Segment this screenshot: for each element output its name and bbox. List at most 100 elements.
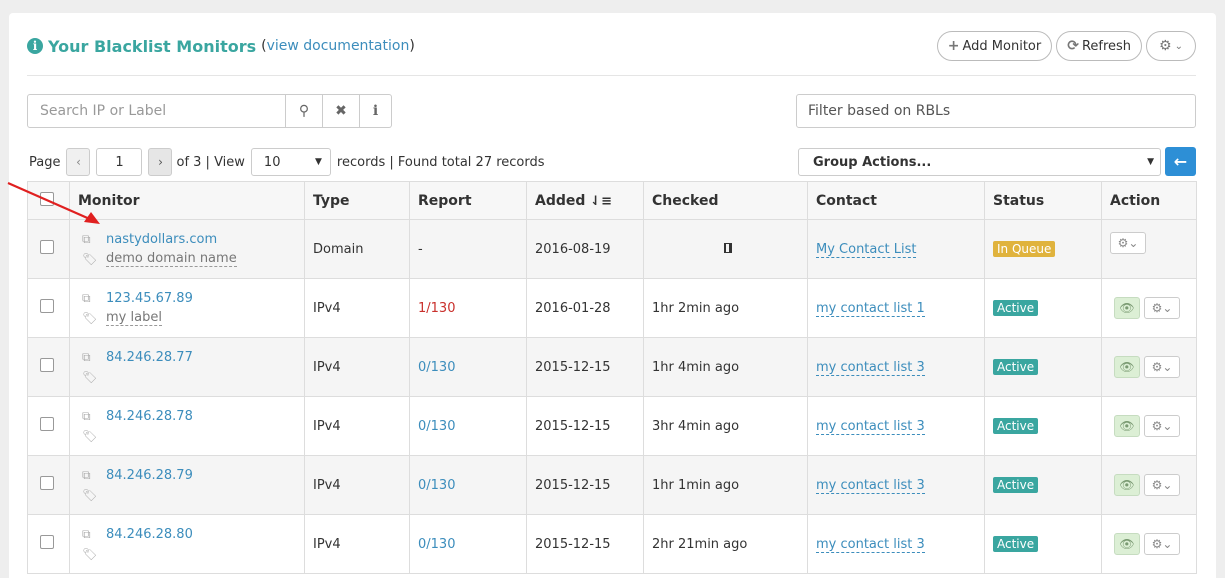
checked-cell xyxy=(643,219,808,279)
row-checkbox[interactable] xyxy=(40,358,54,372)
copy-icon[interactable]: ⧉ xyxy=(82,527,98,542)
gear-icon: ⚙ xyxy=(1159,38,1172,54)
search-info-button[interactable]: i xyxy=(360,94,392,128)
action-cell: 👁 ⚙⌄ xyxy=(1101,455,1197,515)
report-link[interactable]: 0/130 xyxy=(418,478,455,493)
table-row: ⧉ 84.246.28.78 🏷 IPv4 0/130 2015-12-15 3h… xyxy=(27,396,1197,456)
copy-icon[interactable]: ⧉ xyxy=(82,350,98,365)
table-row: ⧉ nastydollars.com 🏷 demo domain name Doma… xyxy=(27,219,1197,279)
plus-icon: + xyxy=(947,38,960,54)
copy-icon[interactable]: ⧉ xyxy=(82,409,98,424)
status-cell: In Queue xyxy=(984,219,1102,279)
col-added[interactable]: Added ⇃≡ xyxy=(526,181,644,220)
row-settings-button[interactable]: ⚙⌄ xyxy=(1144,533,1180,555)
col-type[interactable]: Type xyxy=(304,181,410,220)
view-button[interactable]: 👁 xyxy=(1114,415,1140,437)
row-settings-button[interactable]: ⚙⌄ xyxy=(1144,356,1180,378)
monitor-link[interactable]: 123.45.67.89 xyxy=(106,291,193,306)
records-found-text: records | Found total 27 records xyxy=(336,154,545,170)
checked-cell: 1hr 4min ago xyxy=(643,337,808,397)
monitor-cell: ⧉ 123.45.67.89 🏷 my label xyxy=(69,278,305,338)
copy-icon[interactable]: ⧉ xyxy=(82,468,98,483)
arrow-left-icon: ← xyxy=(1173,152,1188,171)
contact-link[interactable]: my contact list 3 xyxy=(816,477,925,494)
view-button[interactable]: 👁 xyxy=(1114,474,1140,496)
table-row: ⧉ 84.246.28.80 🏷 IPv4 0/130 2015-12-15 2h… xyxy=(27,514,1197,574)
contact-link[interactable]: my contact list 1 xyxy=(816,300,925,317)
row-settings-button[interactable]: ⚙⌄ xyxy=(1144,474,1180,496)
tag-icon[interactable]: 🏷 xyxy=(82,488,98,502)
monitor-link[interactable]: 84.246.28.79 xyxy=(106,468,193,483)
monitor-link[interactable]: 84.246.28.80 xyxy=(106,527,193,542)
col-contact[interactable]: Contact xyxy=(807,181,985,220)
status-cell: Active xyxy=(984,514,1102,574)
row-checkbox[interactable] xyxy=(40,240,54,254)
row-settings-button[interactable]: ⚙⌄ xyxy=(1110,232,1146,254)
row-checkbox[interactable] xyxy=(40,299,54,313)
table-row: ⧉ 123.45.67.89 🏷 my label IPv4 1/130 2016-… xyxy=(27,278,1197,338)
copy-icon[interactable]: ⧉ xyxy=(82,291,98,306)
col-report[interactable]: Report xyxy=(409,181,527,220)
page-number-input[interactable]: 1 xyxy=(96,148,143,176)
group-actions-select[interactable]: Group Actions... ▼ xyxy=(798,148,1161,176)
contact-link[interactable]: my contact list 3 xyxy=(816,418,925,435)
tag-icon: 🏷 xyxy=(82,252,98,266)
report-link[interactable]: 0/130 xyxy=(418,537,455,552)
col-checked[interactable]: Checked xyxy=(643,181,808,220)
action-cell: 👁 ⚙⌄ xyxy=(1101,278,1197,338)
refresh-button[interactable]: ⟳ Refresh xyxy=(1056,31,1143,61)
title-text: Your Blacklist Monitors xyxy=(48,36,257,56)
added-cell: 2016-01-28 xyxy=(526,278,644,338)
contact-link[interactable]: my contact list 3 xyxy=(816,536,925,553)
row-settings-button[interactable]: ⚙⌄ xyxy=(1144,297,1180,319)
row-checkbox[interactable] xyxy=(40,476,54,490)
view-button[interactable]: 👁 xyxy=(1114,297,1140,319)
search-button[interactable]: ⚲ xyxy=(286,94,323,128)
action-cell: 👁 ⚙⌄ xyxy=(1101,396,1197,456)
type-cell: Domain xyxy=(304,219,410,279)
page-title: i Your Blacklist Monitors (view document… xyxy=(27,34,415,58)
row-checkbox[interactable] xyxy=(40,417,54,431)
contact-cell: my contact list 3 xyxy=(807,514,985,574)
added-cell: 2015-12-15 xyxy=(526,455,644,515)
row-settings-button[interactable]: ⚙⌄ xyxy=(1144,415,1180,437)
col-status[interactable]: Status xyxy=(984,181,1102,220)
monitor-label[interactable]: my label xyxy=(106,310,162,326)
add-monitor-button[interactable]: + Add Monitor xyxy=(936,31,1053,61)
row-checkbox-cell xyxy=(27,514,70,574)
apply-group-action-button[interactable]: ← xyxy=(1165,147,1196,176)
settings-dropdown-button[interactable]: ⚙ ⌄ xyxy=(1146,31,1196,61)
report-cell: 0/130 xyxy=(409,337,527,397)
report-link[interactable]: 1/130 xyxy=(418,301,455,316)
search-group: Search IP or Label ⚲ ✖ i xyxy=(27,94,392,128)
top-toolbar: + Add Monitor ⟳ Refresh ⚙ ⌄ xyxy=(936,31,1196,61)
contact-link[interactable]: My Contact List xyxy=(816,241,917,258)
monitor-link[interactable]: nastydollars.com xyxy=(106,232,217,247)
eye-icon: 👁 xyxy=(1119,301,1135,315)
search-input[interactable]: Search IP or Label xyxy=(27,94,286,128)
prev-page-button[interactable]: ‹ xyxy=(66,148,91,176)
next-page-button[interactable]: › xyxy=(148,148,173,176)
contact-link[interactable]: my contact list 3 xyxy=(816,359,925,376)
clear-search-button[interactable]: ✖ xyxy=(323,94,360,128)
gear-icon: ⚙⌄ xyxy=(1151,537,1173,551)
rbl-filter-input[interactable]: Filter based on RBLs xyxy=(796,94,1196,128)
view-count-select[interactable]: 10 ▼ xyxy=(250,148,331,176)
report-link[interactable]: 0/130 xyxy=(418,419,455,434)
tag-icon[interactable]: 🏷 xyxy=(82,429,98,443)
monitor-label[interactable]: demo domain name xyxy=(106,251,237,267)
view-button[interactable]: 👁 xyxy=(1114,533,1140,555)
report-link[interactable]: 0/130 xyxy=(418,360,455,375)
info-icon: i xyxy=(27,38,43,54)
tag-icon[interactable]: 🏷 xyxy=(82,370,98,384)
tag-icon[interactable]: 🏷 xyxy=(82,547,98,561)
added-cell: 2015-12-15 xyxy=(526,337,644,397)
view-button[interactable]: 👁 xyxy=(1114,356,1140,378)
monitor-link[interactable]: 84.246.28.77 xyxy=(106,350,193,365)
checked-cell: 3hr 4min ago xyxy=(643,396,808,456)
row-checkbox[interactable] xyxy=(40,535,54,549)
status-cell: Active xyxy=(984,337,1102,397)
row-checkbox-cell xyxy=(27,455,70,515)
view-documentation-link[interactable]: view documentation xyxy=(267,38,410,54)
monitor-link[interactable]: 84.246.28.78 xyxy=(106,409,193,424)
